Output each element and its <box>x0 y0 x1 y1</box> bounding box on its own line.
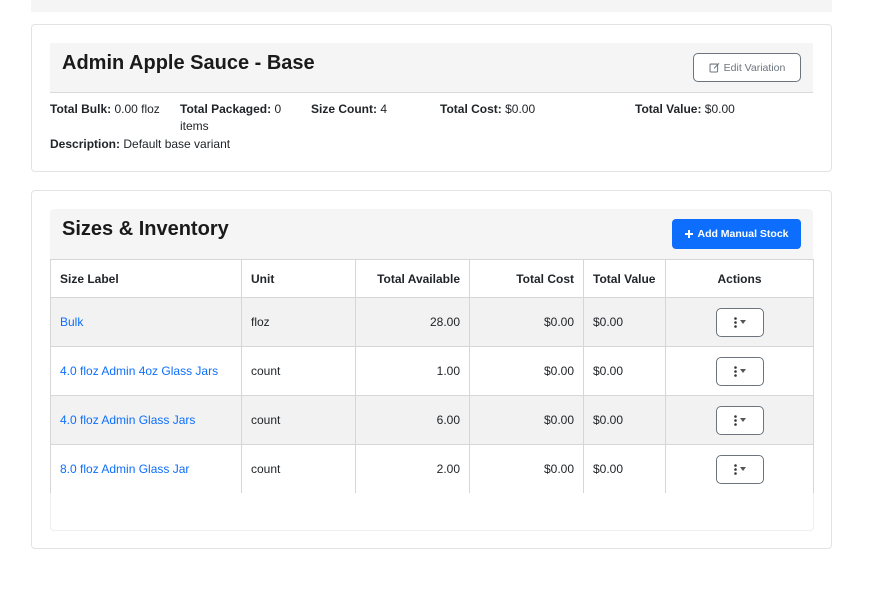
row-actions-button[interactable] <box>715 454 764 484</box>
variation-description: Description: Default base variant <box>50 137 230 151</box>
stat-label: Total Bulk: <box>50 102 112 116</box>
description-value: Default base variant <box>120 137 231 151</box>
kebab-icon <box>733 316 737 328</box>
kebab-icon <box>733 365 737 377</box>
stat-label: Total Value: <box>635 102 702 116</box>
value-cell: $0.00 <box>583 395 666 445</box>
stat-label: Total Packaged: <box>180 102 272 116</box>
size-link[interactable]: 4.0 floz Admin Glass Jars <box>60 413 195 427</box>
stat-value: $0.00 <box>701 102 735 116</box>
unit-cell: count <box>241 444 356 494</box>
value-cell: $0.00 <box>583 346 666 396</box>
stat-value: 0.00 floz <box>111 102 160 116</box>
variation-card: Admin Apple Sauce - Base Edit Variation … <box>31 24 832 172</box>
plus-icon <box>685 230 694 238</box>
kebab-icon <box>733 463 737 475</box>
table-row: 8.0 floz Admin Glass Jar count 2.00 $0.0… <box>50 444 814 494</box>
col-header-total-value[interactable]: Total Value <box>583 259 666 298</box>
size-link[interactable]: 4.0 floz Admin 4oz Glass Jars <box>60 364 218 378</box>
col-header-total-cost[interactable]: Total Cost <box>469 259 584 298</box>
table-row: 4.0 floz Admin Glass Jars count 6.00 $0.… <box>50 395 814 445</box>
sizes-header: Sizes & Inventory Add Manual Stock <box>50 209 813 259</box>
table-header-row: Size Label Unit Total Available Total Co… <box>50 259 814 298</box>
edit-variation-button[interactable]: Edit Variation <box>693 53 801 82</box>
unit-cell: floz <box>241 297 356 347</box>
available-cell: 28.00 <box>355 297 470 347</box>
table-row: 4.0 floz Admin 4oz Glass Jars count 1.00… <box>50 346 814 396</box>
row-actions-button[interactable] <box>715 405 764 435</box>
edit-icon <box>709 63 719 73</box>
caret-down-icon <box>739 369 746 373</box>
available-cell: 6.00 <box>355 395 470 445</box>
row-actions-button[interactable] <box>715 356 764 386</box>
description-label: Description: <box>50 137 121 151</box>
caret-down-icon <box>739 418 746 422</box>
col-header-total-available[interactable]: Total Available <box>355 259 470 298</box>
stat-value: $0.00 <box>501 102 536 116</box>
stat-total-cost: Total Cost: $0.00 <box>440 101 620 118</box>
available-cell: 2.00 <box>355 444 470 494</box>
stat-label: Size Count: <box>311 102 377 116</box>
stat-total-value: Total Value: $0.00 <box>635 101 815 118</box>
sizes-table: Size Label Unit Total Available Total Co… <box>50 259 814 494</box>
table-row: Bulk floz 28.00 $0.00 $0.00 <box>50 297 814 347</box>
row-actions-button[interactable] <box>715 307 764 337</box>
stat-value: 4 <box>377 102 388 116</box>
stat-size-count: Size Count: 4 <box>311 101 431 118</box>
available-cell: 1.00 <box>355 346 470 396</box>
edit-variation-label: Edit Variation <box>723 61 786 74</box>
sizes-title: Sizes & Inventory <box>62 218 229 240</box>
add-manual-stock-button[interactable]: Add Manual Stock <box>672 219 801 249</box>
col-header-unit[interactable]: Unit <box>241 259 356 298</box>
stat-label: Total Cost: <box>440 102 502 116</box>
caret-down-icon <box>739 320 746 324</box>
kebab-icon <box>733 414 737 426</box>
col-header-size-label[interactable]: Size Label <box>50 259 242 298</box>
caret-down-icon <box>739 467 746 471</box>
col-header-actions: Actions <box>665 259 814 298</box>
cost-cell: $0.00 <box>469 297 584 347</box>
cost-cell: $0.00 <box>469 444 584 494</box>
size-link[interactable]: Bulk <box>60 315 83 329</box>
value-cell: $0.00 <box>583 297 666 347</box>
add-manual-stock-label: Add Manual Stock <box>697 228 789 240</box>
table-footer <box>50 493 814 531</box>
unit-cell: count <box>241 346 356 396</box>
top-strip <box>31 0 832 12</box>
unit-cell: count <box>241 395 356 445</box>
variation-title: Admin Apple Sauce - Base <box>62 52 315 74</box>
stat-total-bulk: Total Bulk: 0.00 floz <box>50 101 175 118</box>
stat-total-packaged: Total Packaged: 0 items <box>180 101 300 135</box>
value-cell: $0.00 <box>583 444 666 494</box>
sizes-card: Sizes & Inventory Add Manual Stock Size … <box>31 190 832 549</box>
cost-cell: $0.00 <box>469 395 584 445</box>
variation-header: Admin Apple Sauce - Base Edit Variation <box>50 43 813 93</box>
cost-cell: $0.00 <box>469 346 584 396</box>
size-link[interactable]: 8.0 floz Admin Glass Jar <box>60 462 189 476</box>
